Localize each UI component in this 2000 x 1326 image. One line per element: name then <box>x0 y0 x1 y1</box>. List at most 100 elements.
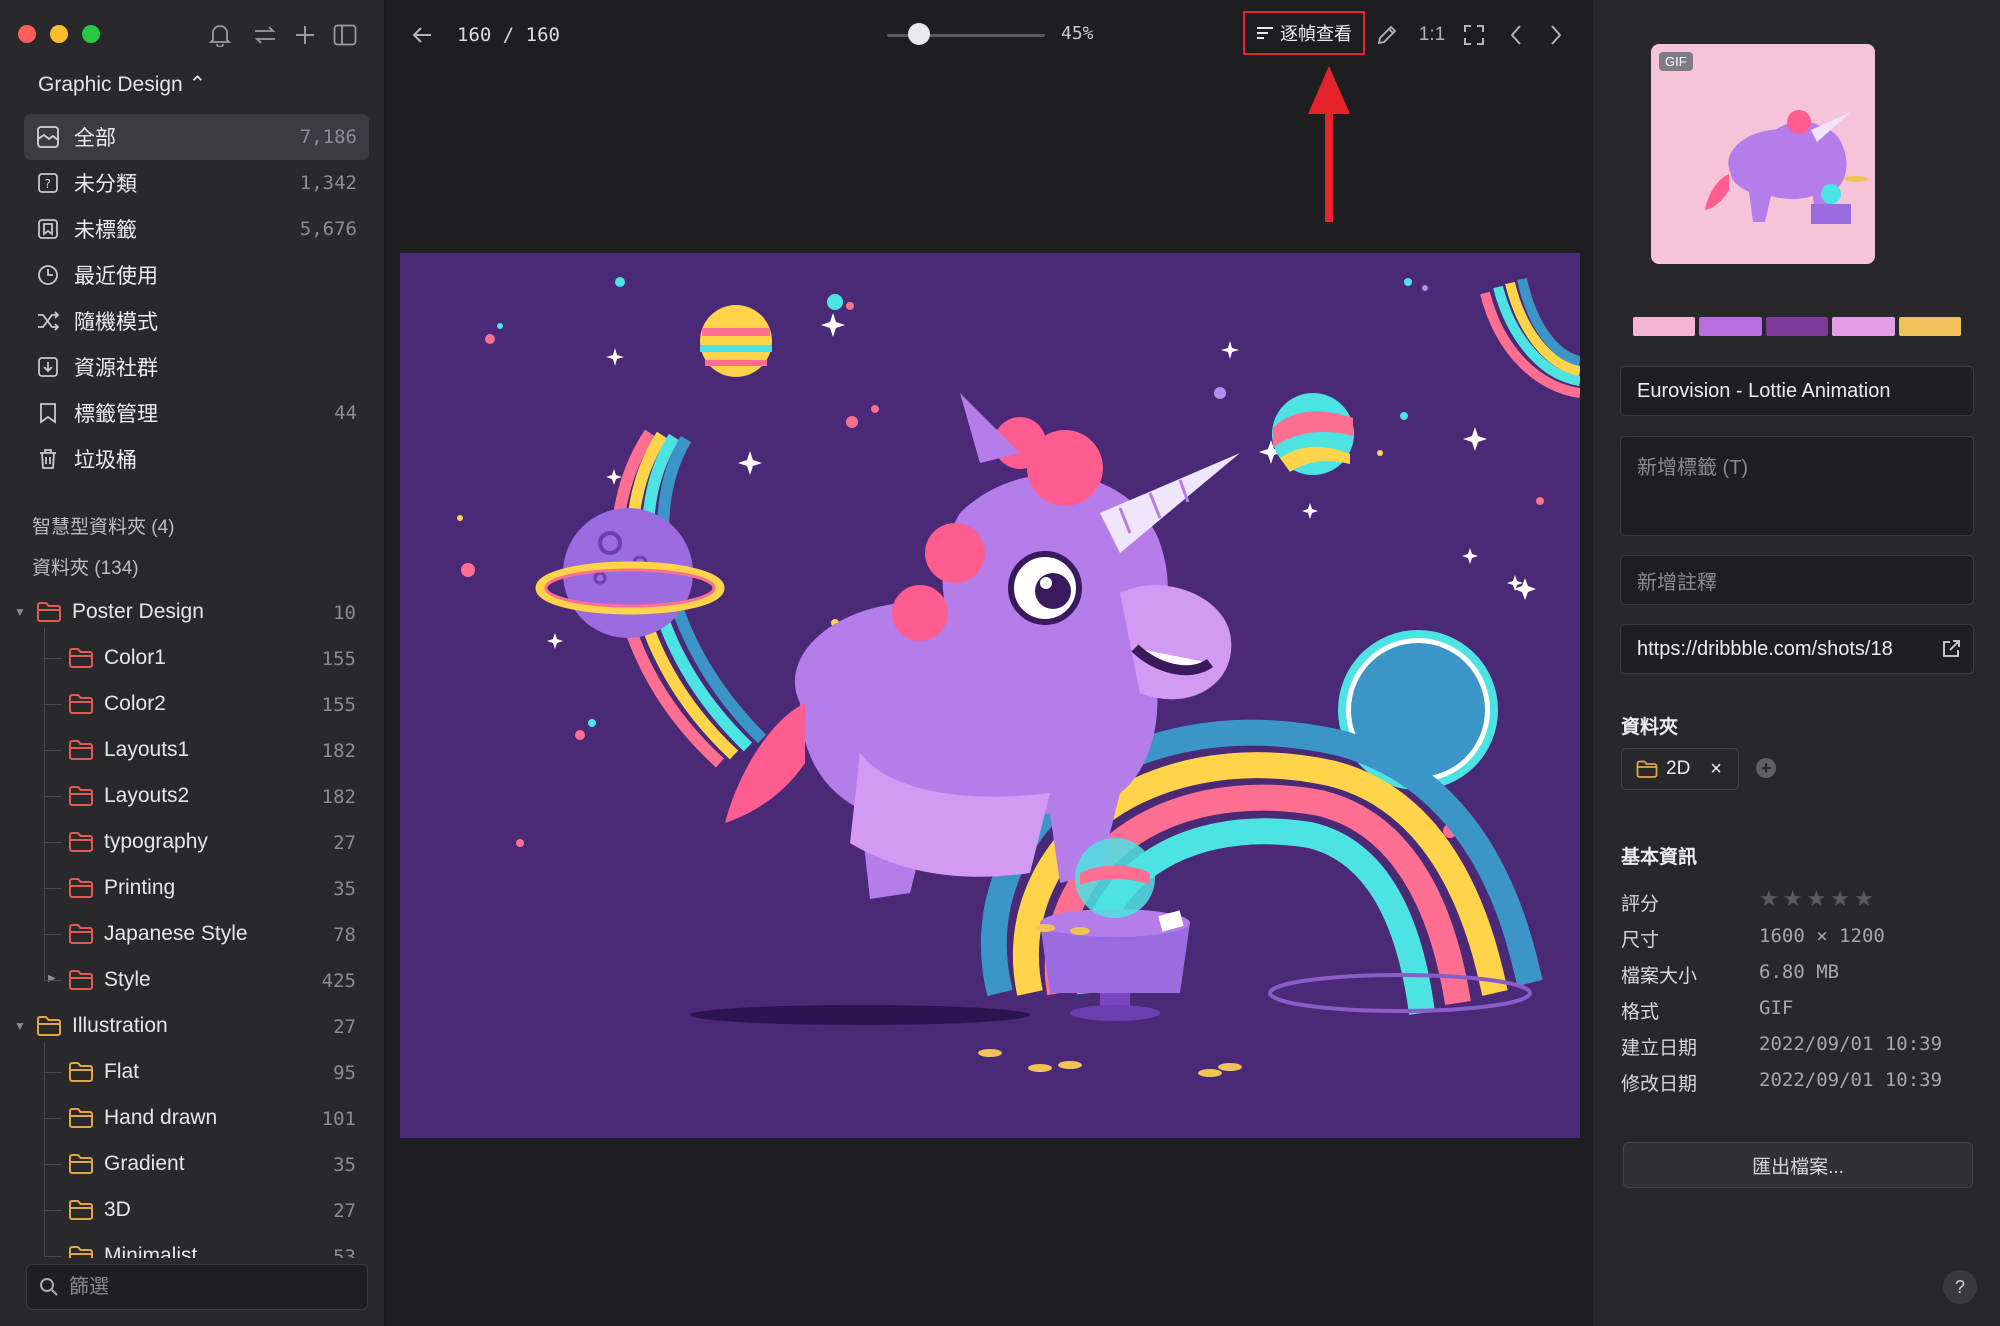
folder-item[interactable]: ▼ Poster Design 10 <box>0 590 370 634</box>
tree-branch <box>44 1072 62 1073</box>
next-icon[interactable] <box>1541 20 1571 50</box>
zoom-slider-handle[interactable] <box>907 23 930 45</box>
folder-count: 155 <box>321 694 356 716</box>
folder-icon <box>68 877 94 904</box>
filter-box[interactable] <box>26 1264 368 1310</box>
folder-item[interactable]: ▼ Illustration 27 <box>0 1004 370 1048</box>
palette-swatch[interactable] <box>1765 317 1829 336</box>
folder-label: Minimalist <box>104 1244 198 1258</box>
folder-count: 10 <box>333 602 356 624</box>
folder-count: 35 <box>333 1154 356 1176</box>
external-link-icon[interactable] <box>1941 639 1961 659</box>
folder-chip[interactable]: 2D × <box>1621 748 1739 790</box>
info-key: 格式 <box>1621 1002 1660 1023</box>
filter-input[interactable] <box>67 1274 351 1300</box>
folder-count: 155 <box>321 648 356 670</box>
page-counter: 160 / 160 <box>457 24 560 46</box>
tree-branch <box>44 658 62 659</box>
info-value: 2022/09/01 10:39 <box>1759 1069 1943 1091</box>
folder-label: Illustration <box>72 1014 168 1037</box>
folder-count: 182 <box>321 740 356 762</box>
folder-label: Layouts1 <box>104 738 190 761</box>
export-button[interactable]: 匯出檔案... <box>1623 1142 1973 1188</box>
format-badge: GIF <box>1659 52 1693 71</box>
chevron-down-icon[interactable]: ▼ <box>14 605 26 619</box>
folder-label: Layouts2 <box>104 784 190 807</box>
folder-icon <box>68 923 94 950</box>
tree-branch <box>44 704 62 705</box>
frames-list-icon <box>1256 26 1274 40</box>
folder-item[interactable]: Minimalist 53 <box>0 1234 370 1258</box>
add-folder-icon[interactable]: + <box>1756 758 1776 778</box>
tree-branch <box>44 1210 62 1211</box>
color-palette <box>1633 317 1962 336</box>
frame-by-frame-button[interactable]: 逐幀查看 <box>1243 11 1365 55</box>
zoom-level: 45% <box>1061 23 1094 44</box>
tree-branch <box>44 1164 62 1165</box>
title-field[interactable]: Eurovision - Lottie Animation <box>1620 366 1974 416</box>
annotation-arrow-icon <box>1308 66 1350 222</box>
info-key: 建立日期 <box>1621 1038 1698 1059</box>
folder-icon <box>68 739 94 766</box>
tags-field[interactable]: 新增標籤 (T) <box>1620 436 1974 536</box>
info-value: 2022/09/01 10:39 <box>1759 1033 1943 1055</box>
palette-swatch[interactable] <box>1699 317 1762 336</box>
folder-icon <box>68 969 94 996</box>
notes-field[interactable]: 新增註釋 <box>1620 555 1974 605</box>
tree-line <box>44 628 45 980</box>
info-key: 檔案大小 <box>1621 966 1698 987</box>
star-icon[interactable]: ★ <box>1759 886 1783 911</box>
star-icon[interactable]: ★ <box>1854 886 1878 911</box>
folder-count: 78 <box>333 924 356 946</box>
rating-stars[interactable]: ★★★★★ <box>1759 886 1878 912</box>
palette-swatch[interactable] <box>1898 317 1962 336</box>
chevron-down-icon[interactable]: ▼ <box>14 1019 26 1033</box>
star-icon[interactable]: ★ <box>1830 886 1854 911</box>
folder-icon <box>36 601 62 628</box>
tree-branch <box>44 888 62 889</box>
tree-branch <box>44 842 62 843</box>
actual-size-button[interactable]: 1:1 <box>1412 21 1452 49</box>
back-arrow-icon[interactable] <box>407 20 437 50</box>
fullscreen-icon[interactable] <box>1459 20 1489 50</box>
folder-count: 182 <box>321 786 356 808</box>
frame-by-frame-label: 逐幀查看 <box>1280 24 1352 44</box>
folder-icon <box>68 831 94 858</box>
folder-icon <box>68 1245 94 1258</box>
source-url[interactable]: https://dribbble.com/shots/18 <box>1637 638 1937 661</box>
chevron-right-icon[interactable]: ▶ <box>48 973 56 984</box>
palette-swatch[interactable] <box>1832 317 1895 336</box>
star-icon[interactable]: ★ <box>1783 886 1807 911</box>
star-icon[interactable]: ★ <box>1806 886 1830 911</box>
help-button[interactable]: ? <box>1943 1270 1977 1304</box>
folder-icon <box>68 785 94 812</box>
folder-icon <box>36 1015 62 1042</box>
folder-label: Poster Design <box>72 600 204 623</box>
thumbnail[interactable]: GIF <box>1651 44 1875 264</box>
info-value: 1600 × 1200 <box>1759 925 1885 947</box>
tree-branch <box>44 750 62 751</box>
remove-icon[interactable]: × <box>1710 758 1722 781</box>
info-value: 6.80 MB <box>1759 961 1840 983</box>
basic-info-label: 基本資訊 <box>1621 847 1698 868</box>
folder-label: Style <box>104 968 151 991</box>
tree-branch <box>44 980 62 981</box>
folder-label: Flat <box>104 1060 140 1083</box>
pencil-icon[interactable] <box>1372 20 1402 50</box>
folder-label: 3D <box>104 1198 131 1221</box>
tree-line <box>44 1042 45 1256</box>
info-key: 尺寸 <box>1621 930 1660 951</box>
previous-icon[interactable] <box>1501 20 1531 50</box>
url-field[interactable]: https://dribbble.com/shots/18 <box>1620 624 1974 674</box>
viewer-toolbar: 160 / 160 45% 逐幀查看 1:1 <box>385 0 1592 70</box>
folder-count: 425 <box>321 970 356 992</box>
folder-icon <box>68 1199 94 1226</box>
folder-count: 53 <box>333 1246 356 1258</box>
folder-icon <box>68 693 94 720</box>
palette-swatch[interactable] <box>1633 317 1696 336</box>
info-value: GIF <box>1759 997 1794 1019</box>
inspector-panel: GIF Eurovision - Lottie Animation 新增標籤 (… <box>1592 0 2000 1326</box>
unicorn-illustration <box>457 277 1580 1077</box>
unicorn-thumbnail-image <box>1705 110 1868 224</box>
folder-label: Gradient <box>104 1152 185 1175</box>
